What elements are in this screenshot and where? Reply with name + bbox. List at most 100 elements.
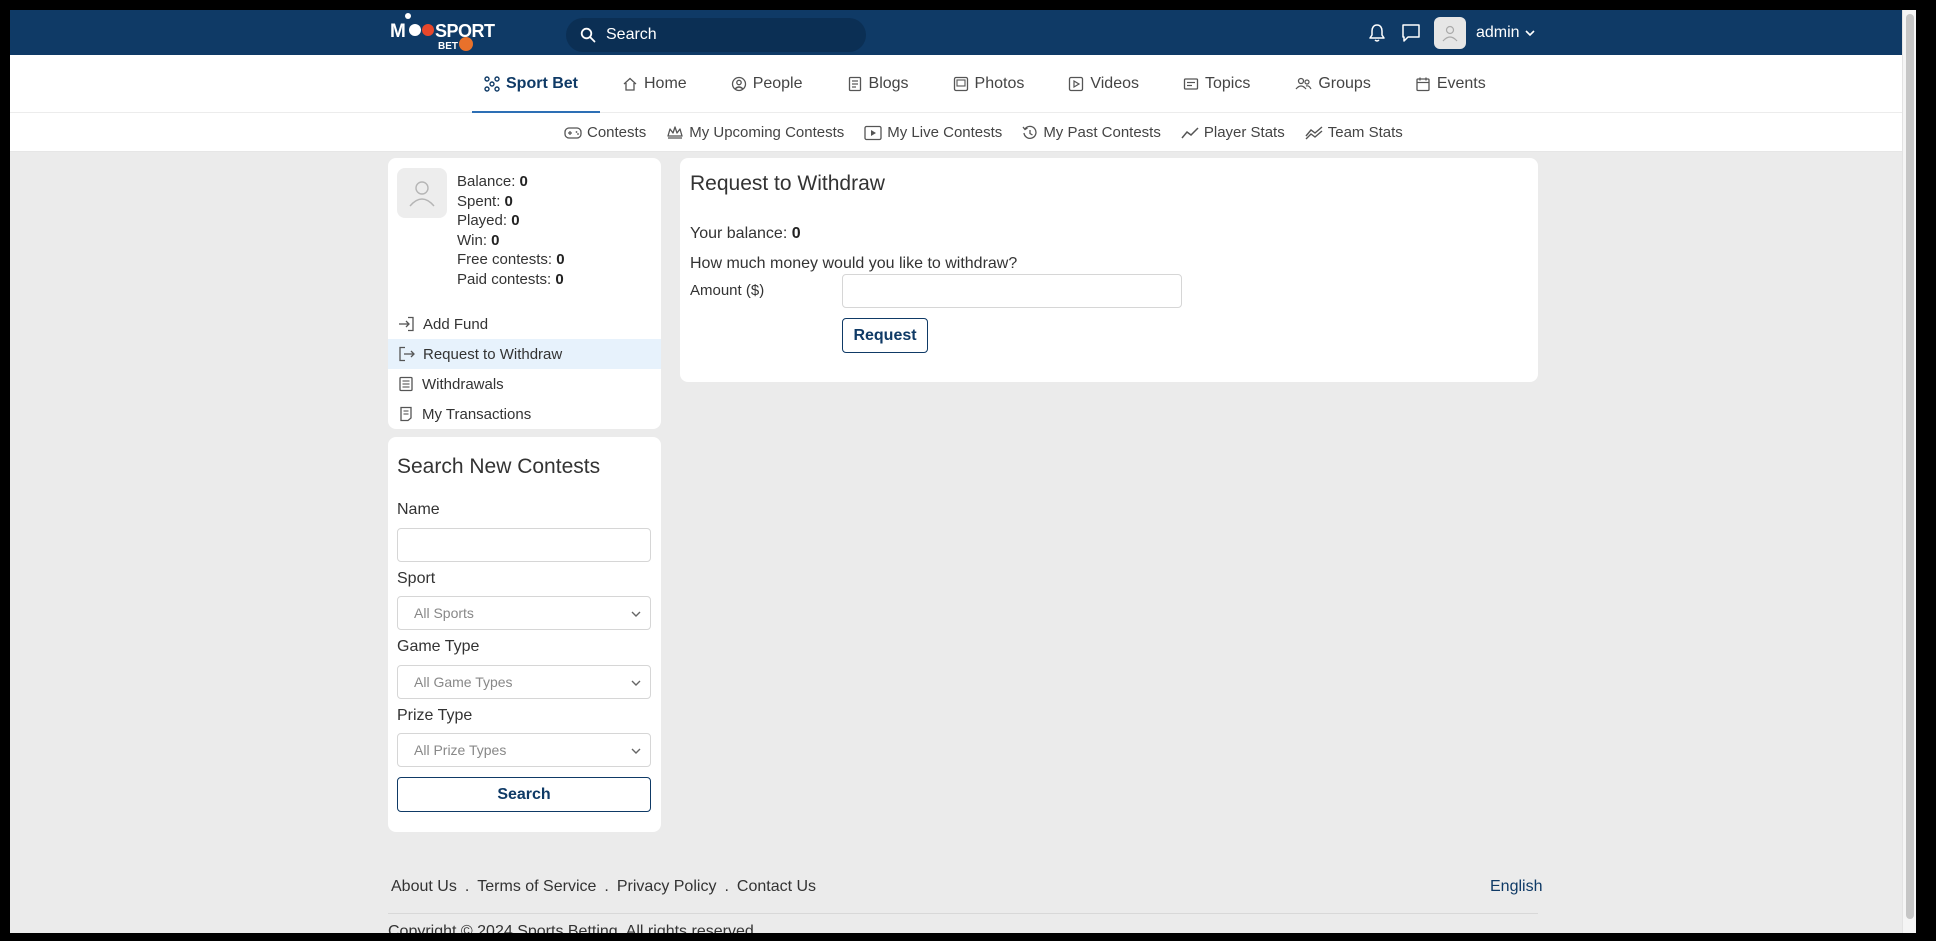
subnav-label: My Live Contests (887, 124, 1003, 141)
language-selector[interactable]: English (1490, 878, 1542, 896)
chevron-down-icon (631, 680, 641, 686)
notifications-button[interactable] (1360, 16, 1394, 50)
request-button[interactable]: Request (842, 318, 928, 353)
nav-videos[interactable]: Videos (1046, 55, 1161, 113)
nav-photos[interactable]: Photos (931, 55, 1047, 113)
stat-label: Win: (457, 231, 487, 249)
nav-sport-bet[interactable]: Sport Bet (462, 55, 600, 113)
nav-label: People (752, 75, 803, 92)
stat-value: 0 (519, 173, 528, 190)
events-icon (1416, 77, 1430, 92)
nav-label: Photos (974, 75, 1025, 92)
game-type-select-value: All Game Types (414, 674, 513, 690)
nav-label: Videos (1090, 75, 1139, 92)
nav-topics[interactable]: Topics (1161, 55, 1272, 113)
subnav-contests[interactable]: Contests (554, 113, 656, 152)
stat-value: 0 (511, 212, 520, 229)
global-search[interactable] (566, 18, 866, 52)
nav-blogs[interactable]: Blogs (825, 55, 931, 113)
menu-my-transactions[interactable]: My Transactions (388, 399, 661, 429)
sign-out-icon (399, 346, 415, 362)
subnav-past-contests[interactable]: My Past Contests (1012, 113, 1171, 152)
chevron-down-icon (631, 611, 641, 617)
menu-label: My Transactions (422, 405, 532, 423)
contest-name-input[interactable] (397, 528, 651, 562)
prize-type-label: Prize Type (397, 707, 473, 724)
stat-label: Played: (457, 212, 508, 229)
nav-label: Topics (1205, 75, 1251, 92)
menu-label: Withdrawals (422, 375, 504, 393)
browser-viewport: M SPORT BET Search admin Sport Bet Home … (10, 10, 1916, 933)
scrollbar-thumb[interactable] (1906, 14, 1914, 919)
footer-links: About Us . Terms of Service . Privacy Po… (391, 878, 816, 896)
account-summary-card: Balance: 0 Spent: 0 Played: 0 Win: 0 Fre… (388, 158, 661, 429)
play-icon (864, 125, 882, 140)
stat-played: Played: 0 (457, 211, 565, 231)
amount-input[interactable] (842, 274, 1182, 308)
sport-select[interactable]: All Sports (397, 596, 651, 630)
user-avatar[interactable] (1434, 16, 1466, 49)
footer-separator: . (464, 878, 470, 895)
nav-label: Groups (1318, 75, 1371, 92)
account-stats: Balance: 0 Spent: 0 Played: 0 Win: 0 Fre… (457, 172, 565, 289)
subnav-player-stats[interactable]: Player Stats (1171, 113, 1295, 152)
sub-navigation: Contests My Upcoming Contests My Live Co… (10, 113, 1916, 152)
user-menu[interactable]: admin (1476, 24, 1536, 42)
subnav-live-contests[interactable]: My Live Contests (854, 113, 1012, 152)
receipt-icon (400, 406, 412, 422)
nav-groups[interactable]: Groups (1272, 55, 1392, 113)
page-title: Request to Withdraw (690, 172, 885, 195)
subnav-upcoming-contests[interactable]: My Upcoming Contests (656, 113, 854, 152)
videos-icon (1069, 76, 1084, 92)
history-icon (1022, 125, 1037, 139)
stat-value: 0 (556, 251, 565, 268)
footer-link-privacy[interactable]: Privacy Policy (617, 878, 717, 896)
footer-link-about[interactable]: About Us (391, 878, 457, 896)
logo-icon: M SPORT BET (390, 13, 496, 52)
sport-label: Sport (397, 570, 436, 587)
withdraw-request-card: Request to Withdraw Your balance: 0 How … (680, 158, 1538, 382)
footer-link-contact[interactable]: Contact Us (737, 878, 816, 896)
crown-icon (667, 125, 683, 139)
balance-line: Your balance: 0 (690, 225, 801, 243)
nav-events[interactable]: Events (1393, 55, 1508, 113)
menu-withdrawals[interactable]: Withdrawals (388, 369, 661, 399)
subnav-team-stats[interactable]: Team Stats (1295, 113, 1413, 152)
site-logo[interactable]: M SPORT BET (388, 12, 498, 52)
sign-in-icon (399, 316, 414, 332)
messages-button[interactable] (1394, 16, 1428, 50)
prize-type-select[interactable]: All Prize Types (397, 733, 651, 767)
nav-home[interactable]: Home (600, 55, 709, 113)
stat-spent: Spent: 0 (457, 192, 565, 212)
prize-type-select-value: All Prize Types (414, 742, 507, 758)
menu-request-withdraw[interactable]: Request to Withdraw (388, 339, 661, 369)
name-label: Name (397, 501, 440, 518)
subnav-label: Team Stats (1327, 124, 1403, 141)
main-navigation: Sport Bet Home People Blogs Photos Video… (10, 55, 1916, 113)
amount-label: Amount ($) (690, 282, 765, 299)
subnav-label: My Upcoming Contests (689, 124, 845, 141)
nav-label: Home (644, 75, 687, 92)
sport-bet-icon (484, 76, 500, 92)
search-contests-title: Search New Contests (397, 455, 601, 478)
footer-link-terms[interactable]: Terms of Service (477, 878, 596, 896)
search-input[interactable] (606, 26, 846, 44)
nav-label: Events (1436, 75, 1486, 92)
bell-icon (1369, 23, 1385, 42)
stat-label: Spent: (457, 192, 501, 210)
nav-people[interactable]: People (709, 55, 825, 113)
top-bar-actions: admin (1360, 10, 1536, 55)
game-type-label: Game Type (397, 638, 480, 655)
vertical-scrollbar[interactable] (1902, 10, 1916, 933)
menu-label: Request to Withdraw (423, 345, 563, 363)
stat-value: 0 (491, 231, 500, 249)
profile-avatar (397, 168, 447, 218)
search-contests-button[interactable]: Search (397, 777, 651, 812)
stat-label: Paid contests: (457, 270, 552, 288)
game-type-select[interactable]: All Game Types (397, 665, 651, 699)
double-trend-icon (1305, 125, 1323, 139)
footer-separator: . (604, 878, 609, 895)
chevron-down-icon (1525, 29, 1535, 36)
menu-add-fund[interactable]: Add Fund (388, 309, 661, 339)
chat-icon (1402, 23, 1420, 42)
